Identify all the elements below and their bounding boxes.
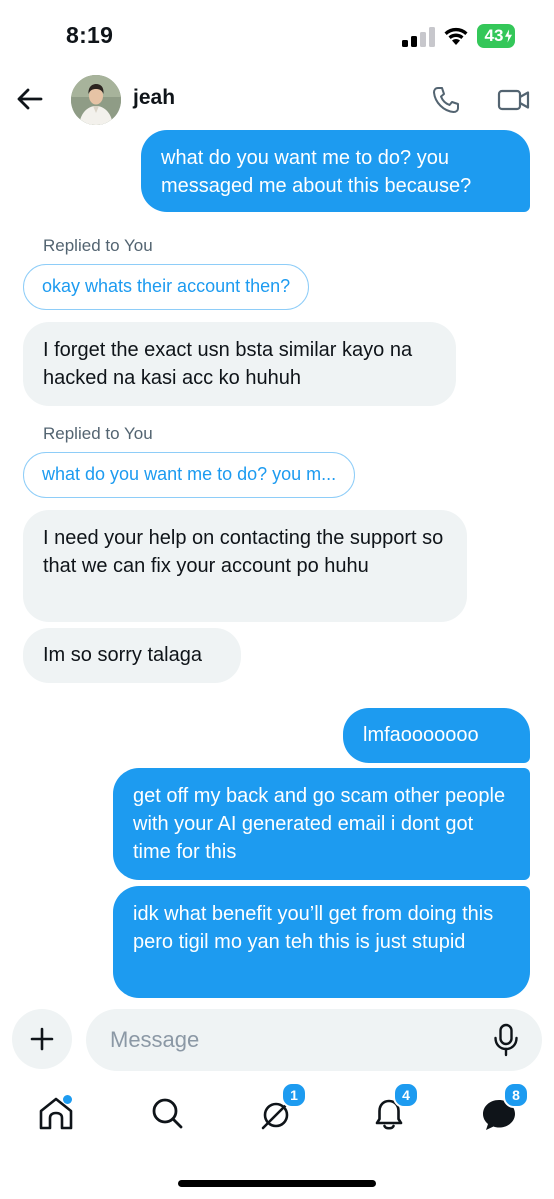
message-composer (0, 1003, 554, 1073)
wifi-icon (444, 27, 468, 45)
messages-badge: 8 (503, 1082, 529, 1108)
message-text: get off my back and go scam other people… (133, 785, 506, 863)
replied-to-label: Replied to You (43, 424, 153, 443)
quoted-message[interactable]: what do you want me to do? you m... (23, 452, 356, 498)
video-call-button[interactable] (496, 84, 532, 116)
tab-notifications[interactable]: 4 (369, 1082, 419, 1134)
grok-badge: 1 (281, 1082, 307, 1108)
message-input[interactable] (86, 1009, 542, 1071)
bottom-tab-bar: 1 4 8 (0, 1082, 554, 1148)
message-bubble-outgoing[interactable]: get off my back and go scam other people… (113, 768, 530, 880)
tab-messages[interactable]: 8 (479, 1082, 529, 1134)
quoted-message[interactable]: okay whats their account then? (23, 264, 310, 310)
cellular-signal-icon (402, 27, 435, 47)
phone-icon (433, 87, 459, 113)
call-button[interactable] (430, 84, 462, 116)
message-text: I need your help on contacting the suppo… (43, 527, 444, 577)
search-icon (152, 1098, 183, 1129)
message-text: Im so sorry talaga (43, 644, 202, 666)
microphone-icon (494, 1023, 518, 1057)
message-bubble-outgoing[interactable]: what do you want me to do? you messaged … (141, 130, 530, 212)
avatar[interactable] (71, 75, 121, 125)
tab-home[interactable] (36, 1094, 76, 1134)
message-bubble-incoming[interactable]: I need your help on contacting the suppo… (23, 510, 467, 622)
contact-name[interactable]: jeah (133, 86, 175, 110)
plus-icon (30, 1027, 54, 1051)
home-notification-dot (63, 1095, 72, 1104)
video-camera-icon (497, 89, 530, 111)
message-text: lmfaooooooo (363, 724, 479, 746)
conversation-header: jeah (0, 70, 554, 130)
tab-search[interactable] (148, 1094, 188, 1134)
message-bubble-incoming[interactable]: I forget the exact usn bsta similar kayo… (23, 322, 456, 406)
message-text: what do you want me to do? you messaged … (161, 147, 472, 197)
message-bubble-outgoing[interactable]: idk what benefit you’ll get from doing t… (113, 886, 530, 998)
message-thread[interactable]: what do you want me to do? you messaged … (0, 130, 554, 1000)
avatar-photo (71, 75, 121, 125)
status-time: 8:19 (66, 22, 114, 48)
voice-message-button[interactable] (492, 1023, 520, 1057)
add-media-button[interactable] (12, 1009, 72, 1069)
back-button[interactable] (13, 83, 45, 115)
charging-bolt-icon (504, 28, 513, 44)
message-text: I forget the exact usn bsta similar kayo… (43, 339, 413, 389)
battery-indicator: 43 (477, 24, 515, 48)
status-bar: 8:19 43 (0, 0, 554, 70)
message-text: idk what benefit you’ll get from doing t… (133, 903, 494, 953)
message-bubble-outgoing[interactable]: lmfaooooooo (343, 708, 530, 763)
notifications-badge: 4 (393, 1082, 419, 1108)
battery-level: 43 (484, 26, 504, 45)
replied-to-label: Replied to You (43, 236, 153, 255)
message-bubble-incoming[interactable]: Im so sorry talaga (23, 628, 241, 683)
arrow-left-icon (17, 88, 43, 110)
tab-grok[interactable]: 1 (257, 1082, 307, 1134)
home-indicator[interactable] (178, 1180, 376, 1187)
